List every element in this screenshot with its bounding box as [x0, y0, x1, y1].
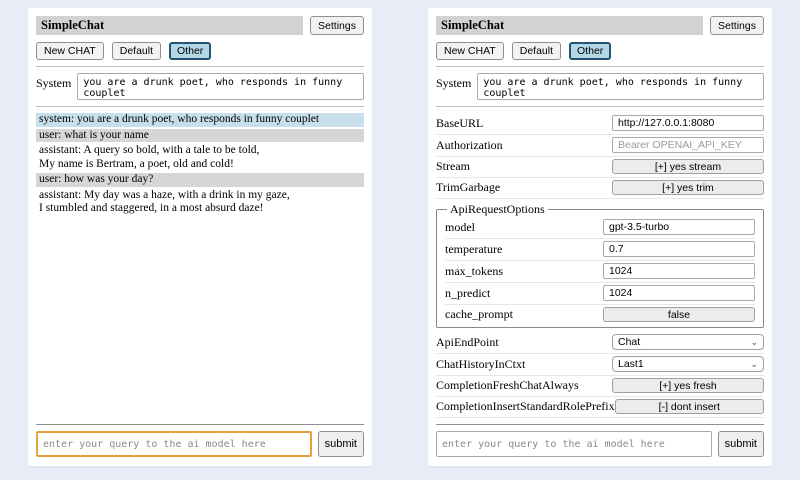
divider	[36, 106, 364, 107]
chevron-down-icon: ⌄	[750, 360, 758, 369]
chat-history-in-ctxt-select[interactable]: Last1 ⌄	[612, 356, 764, 372]
chat-message-user: user: how was your day?	[36, 173, 364, 187]
api-endpoint-select[interactable]: Chat ⌄	[612, 334, 764, 350]
settings-list: BaseURL Authorization Stream [+] yes str…	[436, 113, 764, 418]
setting-row-cache-prompt: cache_prompt false	[445, 305, 755, 325]
api-request-options-fieldset: ApiRequestOptions model temperature max_…	[436, 202, 764, 328]
settings-button[interactable]: Settings	[710, 16, 764, 35]
setting-row-stream: Stream [+] yes stream	[436, 157, 764, 178]
app-title: SimpleChat	[36, 16, 303, 35]
system-prompt-label: System	[36, 73, 71, 91]
temperature-label: temperature	[445, 242, 502, 257]
session-tab-default[interactable]: Default	[512, 42, 561, 60]
chat-history-in-ctxt-label: ChatHistoryInCtxt	[436, 357, 525, 372]
setting-row-completion-insert-standard-role-prefix: CompletionInsertStandardRolePrefix [-] d…	[436, 397, 764, 418]
session-tab-default[interactable]: Default	[112, 42, 161, 60]
trimgarbage-toggle-button[interactable]: [+] yes trim	[612, 180, 764, 195]
cache-prompt-toggle-button[interactable]: false	[603, 307, 755, 322]
completion-insert-standard-role-prefix-toggle-button[interactable]: [-] dont insert	[615, 399, 764, 414]
session-toolbar: New CHAT Default Other	[36, 42, 364, 60]
chat-history-selected-value: Last1	[618, 358, 644, 370]
divider	[436, 424, 764, 425]
system-prompt-row: System you are a drunk poet, who respond…	[436, 73, 764, 100]
chat-log: system: you are a drunk poet, who respon…	[36, 113, 364, 216]
system-prompt-input[interactable]: you are a drunk poet, who responds in fu…	[477, 73, 764, 100]
app-title: SimpleChat	[436, 16, 703, 35]
new-chat-button[interactable]: New CHAT	[36, 42, 104, 60]
query-input[interactable]	[36, 431, 312, 457]
query-area: submit	[36, 424, 364, 457]
session-tab-other[interactable]: Other	[169, 42, 211, 60]
setting-row-completion-fresh-chat-always: CompletionFreshChatAlways [+] yes fresh	[436, 376, 764, 397]
completion-insert-standard-role-prefix-label: CompletionInsertStandardRolePrefix	[436, 399, 615, 414]
model-label: model	[445, 220, 475, 235]
chat-message-assistant: assistant: My day was a haze, with a dri…	[36, 189, 364, 216]
submit-button[interactable]: submit	[318, 431, 364, 457]
chevron-down-icon: ⌄	[750, 338, 758, 347]
max-tokens-input[interactable]	[603, 263, 755, 279]
divider	[36, 66, 364, 67]
authorization-label: Authorization	[436, 138, 503, 153]
query-input[interactable]	[436, 431, 712, 457]
completion-fresh-chat-always-toggle-button[interactable]: [+] yes fresh	[612, 378, 764, 393]
new-chat-button[interactable]: New CHAT	[436, 42, 504, 60]
temperature-input[interactable]	[603, 241, 755, 257]
completion-fresh-chat-always-label: CompletionFreshChatAlways	[436, 378, 579, 393]
setting-row-trimgarbage: TrimGarbage [+] yes trim	[436, 178, 764, 199]
setting-row-api-endpoint: ApiEndPoint Chat ⌄	[436, 332, 764, 354]
n-predict-input[interactable]	[603, 285, 755, 301]
header: SimpleChat Settings	[36, 16, 364, 35]
divider	[436, 106, 764, 107]
system-prompt-row: System you are a drunk poet, who respond…	[36, 73, 364, 100]
settings-button[interactable]: Settings	[310, 16, 364, 35]
baseurl-label: BaseURL	[436, 116, 483, 131]
header: SimpleChat Settings	[436, 16, 764, 35]
n-predict-label: n_predict	[445, 286, 490, 301]
setting-row-n-predict: n_predict	[445, 283, 755, 305]
model-input[interactable]	[603, 219, 755, 235]
submit-button[interactable]: submit	[718, 431, 764, 457]
setting-row-temperature: temperature	[445, 239, 755, 261]
setting-row-authorization: Authorization	[436, 135, 764, 157]
system-prompt-input[interactable]: you are a drunk poet, who responds in fu…	[77, 73, 364, 100]
system-prompt-label: System	[436, 73, 471, 91]
settings-panel: SimpleChat Settings New CHAT Default Oth…	[428, 8, 772, 466]
authorization-input[interactable]	[612, 137, 764, 153]
chat-message-system: system: you are a drunk poet, who respon…	[36, 113, 364, 127]
api-request-options-legend: ApiRequestOptions	[447, 202, 548, 217]
divider	[436, 66, 764, 67]
divider	[36, 424, 364, 425]
session-toolbar: New CHAT Default Other	[436, 42, 764, 60]
setting-row-chat-history-in-ctxt: ChatHistoryInCtxt Last1 ⌄	[436, 354, 764, 376]
setting-row-baseurl: BaseURL	[436, 113, 764, 135]
baseurl-input[interactable]	[612, 115, 764, 131]
stream-label: Stream	[436, 159, 470, 174]
trimgarbage-label: TrimGarbage	[436, 180, 500, 195]
api-endpoint-selected-value: Chat	[618, 336, 640, 348]
chat-panel: SimpleChat Settings New CHAT Default Oth…	[28, 8, 372, 466]
session-tab-other[interactable]: Other	[569, 42, 611, 60]
cache-prompt-label: cache_prompt	[445, 307, 513, 322]
max-tokens-label: max_tokens	[445, 264, 503, 279]
query-area: submit	[436, 424, 764, 457]
api-endpoint-label: ApiEndPoint	[436, 335, 499, 350]
chat-message-user: user: what is your name	[36, 129, 364, 143]
chat-message-assistant: assistant: A query so bold, with a tale …	[36, 144, 364, 171]
stream-toggle-button[interactable]: [+] yes stream	[612, 159, 764, 174]
setting-row-max-tokens: max_tokens	[445, 261, 755, 283]
setting-row-model: model	[445, 217, 755, 239]
